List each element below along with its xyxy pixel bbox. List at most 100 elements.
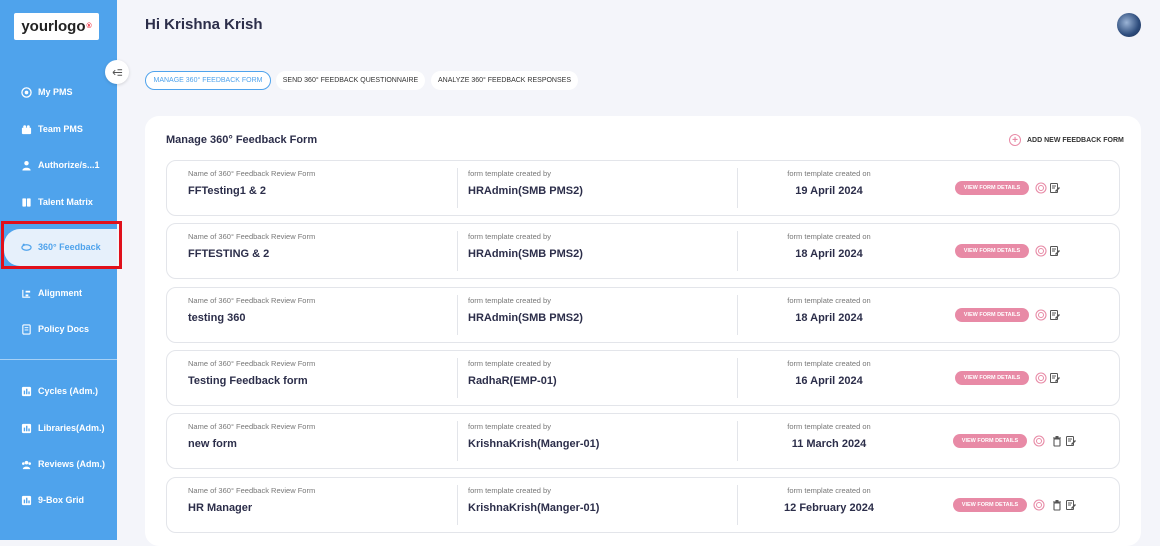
nav-label: Libraries(Adm.) [38, 423, 105, 433]
created-on: 18 April 2024 [795, 312, 863, 324]
column-divider [457, 485, 458, 525]
created-by-label: form template created by [468, 359, 551, 368]
nav-label: Alignment [38, 288, 82, 298]
form-card: Name of 360° Feedback Review Form testing… [166, 287, 1120, 343]
logo[interactable]: your logo ® [14, 13, 99, 40]
greeting: Hi Krishna Krish [145, 16, 263, 33]
person-icon [20, 159, 32, 171]
nav-label: Policy Docs [38, 324, 90, 334]
nav-label: Reviews (Adm.) [38, 459, 106, 469]
name-label: Name of 360° Feedback Review Form [188, 296, 316, 305]
created-on-label: form template created on [787, 422, 871, 431]
group-icon [20, 458, 32, 470]
created-by: KrishnaKrish(Manger-01) [468, 438, 600, 450]
nav-item-cycles[interactable]: Cycles (Adm.) [20, 381, 98, 401]
created-by: HRAdmin(SMB PMS2) [468, 248, 583, 260]
nav-item-my-pms[interactable]: My PMS [20, 82, 73, 102]
created-by: HRAdmin(SMB PMS2) [468, 185, 583, 197]
form-name: new form [188, 438, 237, 450]
target-icon[interactable] [1032, 498, 1045, 511]
target-icon[interactable] [1034, 371, 1047, 384]
edit-icon[interactable] [1064, 434, 1077, 447]
nav-item-policy-docs[interactable]: Policy Docs [20, 319, 89, 339]
view-form-details-button[interactable]: VIEW FORM DETAILS [955, 371, 1029, 385]
document-icon [20, 323, 32, 335]
form-card: Name of 360° Feedback Review Form new for… [166, 413, 1120, 469]
nav-label: Team PMS [38, 124, 83, 134]
form-name: HR Manager [188, 502, 253, 514]
created-on-label: form template created on [787, 232, 871, 241]
form-card: Name of 360° Feedback Review Form FFTESTI… [166, 223, 1120, 279]
chart-icon [20, 422, 32, 434]
edit-icon[interactable] [1048, 244, 1061, 257]
target-icon[interactable] [1034, 244, 1047, 257]
tab-manage-feedback-form[interactable]: MANAGE 360° FEEDBACK FORM [145, 71, 271, 90]
target-icon[interactable] [1032, 434, 1045, 447]
column-divider [457, 358, 458, 398]
view-form-details-button[interactable]: VIEW FORM DETAILS [955, 244, 1029, 258]
created-on-label: form template created on [787, 486, 871, 495]
nav-label: 360° Feedback [38, 242, 101, 252]
plus-icon: + [1009, 134, 1021, 146]
created-on-label: form template created on [787, 296, 871, 305]
nav-item-team-pms[interactable]: Team PMS [20, 119, 83, 139]
nav-label: Cycles (Adm.) [38, 386, 99, 396]
form-name: FFTESTING & 2 [188, 248, 270, 260]
collapse-icon [112, 68, 122, 76]
add-new-label: ADD NEW FEEDBACK FORM [1027, 136, 1124, 144]
nav-item-authorize[interactable]: Authorize/s...1 [20, 155, 100, 175]
created-on: 19 April 2024 [795, 185, 863, 197]
chart-icon [20, 385, 32, 397]
column-divider [457, 168, 458, 208]
name-label: Name of 360° Feedback Review Form [188, 422, 316, 431]
target-icon [20, 86, 32, 98]
logo-text: your [21, 18, 54, 35]
nav-item-talent-matrix[interactable]: Talent Matrix [20, 192, 93, 212]
nav-item-reviews[interactable]: Reviews (Adm.) [20, 454, 105, 474]
column-divider [457, 231, 458, 271]
created-on: 18 April 2024 [795, 248, 863, 260]
created-by-label: form template created by [468, 296, 551, 305]
edit-icon[interactable] [1048, 371, 1061, 384]
trash-icon[interactable] [1050, 434, 1063, 447]
created-by: HRAdmin(SMB PMS2) [468, 312, 583, 324]
book-icon [20, 196, 32, 208]
nav-item-360-feedback[interactable]: 360° Feedback [20, 237, 101, 257]
target-icon[interactable] [1034, 181, 1047, 194]
created-by: KrishnaKrish(Manger-01) [468, 502, 600, 514]
view-form-details-button[interactable]: VIEW FORM DETAILS [953, 498, 1027, 512]
nav-item-9-box-grid[interactable]: 9-Box Grid [20, 490, 84, 510]
tab-analyze-responses[interactable]: ANALYZE 360° FEEDBACK RESPONSES [431, 71, 578, 90]
column-divider [457, 421, 458, 461]
created-by-label: form template created by [468, 169, 551, 178]
collapse-sidebar-button[interactable] [105, 60, 129, 84]
form-name: Testing Feedback form [188, 375, 308, 387]
nav-label: 9-Box Grid [38, 495, 85, 505]
feedback-icon [20, 241, 32, 253]
trash-icon[interactable] [1050, 498, 1063, 511]
created-on: 16 April 2024 [795, 375, 863, 387]
form-name: testing 360 [188, 312, 246, 324]
name-label: Name of 360° Feedback Review Form [188, 486, 316, 495]
tab-send-questionnaire[interactable]: SEND 360° FEEDBACK QUESTIONNAIRE [276, 71, 425, 90]
edit-icon[interactable] [1048, 181, 1061, 194]
target-icon[interactable] [1034, 308, 1047, 321]
nav-label: Talent Matrix [38, 197, 93, 207]
form-name: FFTesting1 & 2 [188, 185, 267, 197]
team-icon [20, 123, 32, 135]
sidebar-divider [0, 359, 117, 360]
created-on: 11 March 2024 [791, 438, 867, 450]
edit-icon[interactable] [1064, 498, 1077, 511]
view-form-details-button[interactable]: VIEW FORM DETAILS [955, 308, 1029, 322]
name-label: Name of 360° Feedback Review Form [188, 232, 316, 241]
avatar[interactable] [1117, 13, 1141, 37]
edit-icon[interactable] [1048, 308, 1061, 321]
created-by: RadhaR(EMP-01) [468, 375, 557, 387]
view-form-details-button[interactable]: VIEW FORM DETAILS [953, 434, 1027, 448]
sidebar: your logo ® My PMS Team PMS Authorize/s.… [0, 0, 124, 540]
created-by-label: form template created by [468, 232, 551, 241]
nav-item-libraries[interactable]: Libraries(Adm.) [20, 418, 105, 438]
nav-item-alignment[interactable]: Alignment [20, 283, 82, 303]
add-new-feedback-form-button[interactable]: + ADD NEW FEEDBACK FORM [1009, 134, 1124, 146]
view-form-details-button[interactable]: VIEW FORM DETAILS [955, 181, 1029, 195]
